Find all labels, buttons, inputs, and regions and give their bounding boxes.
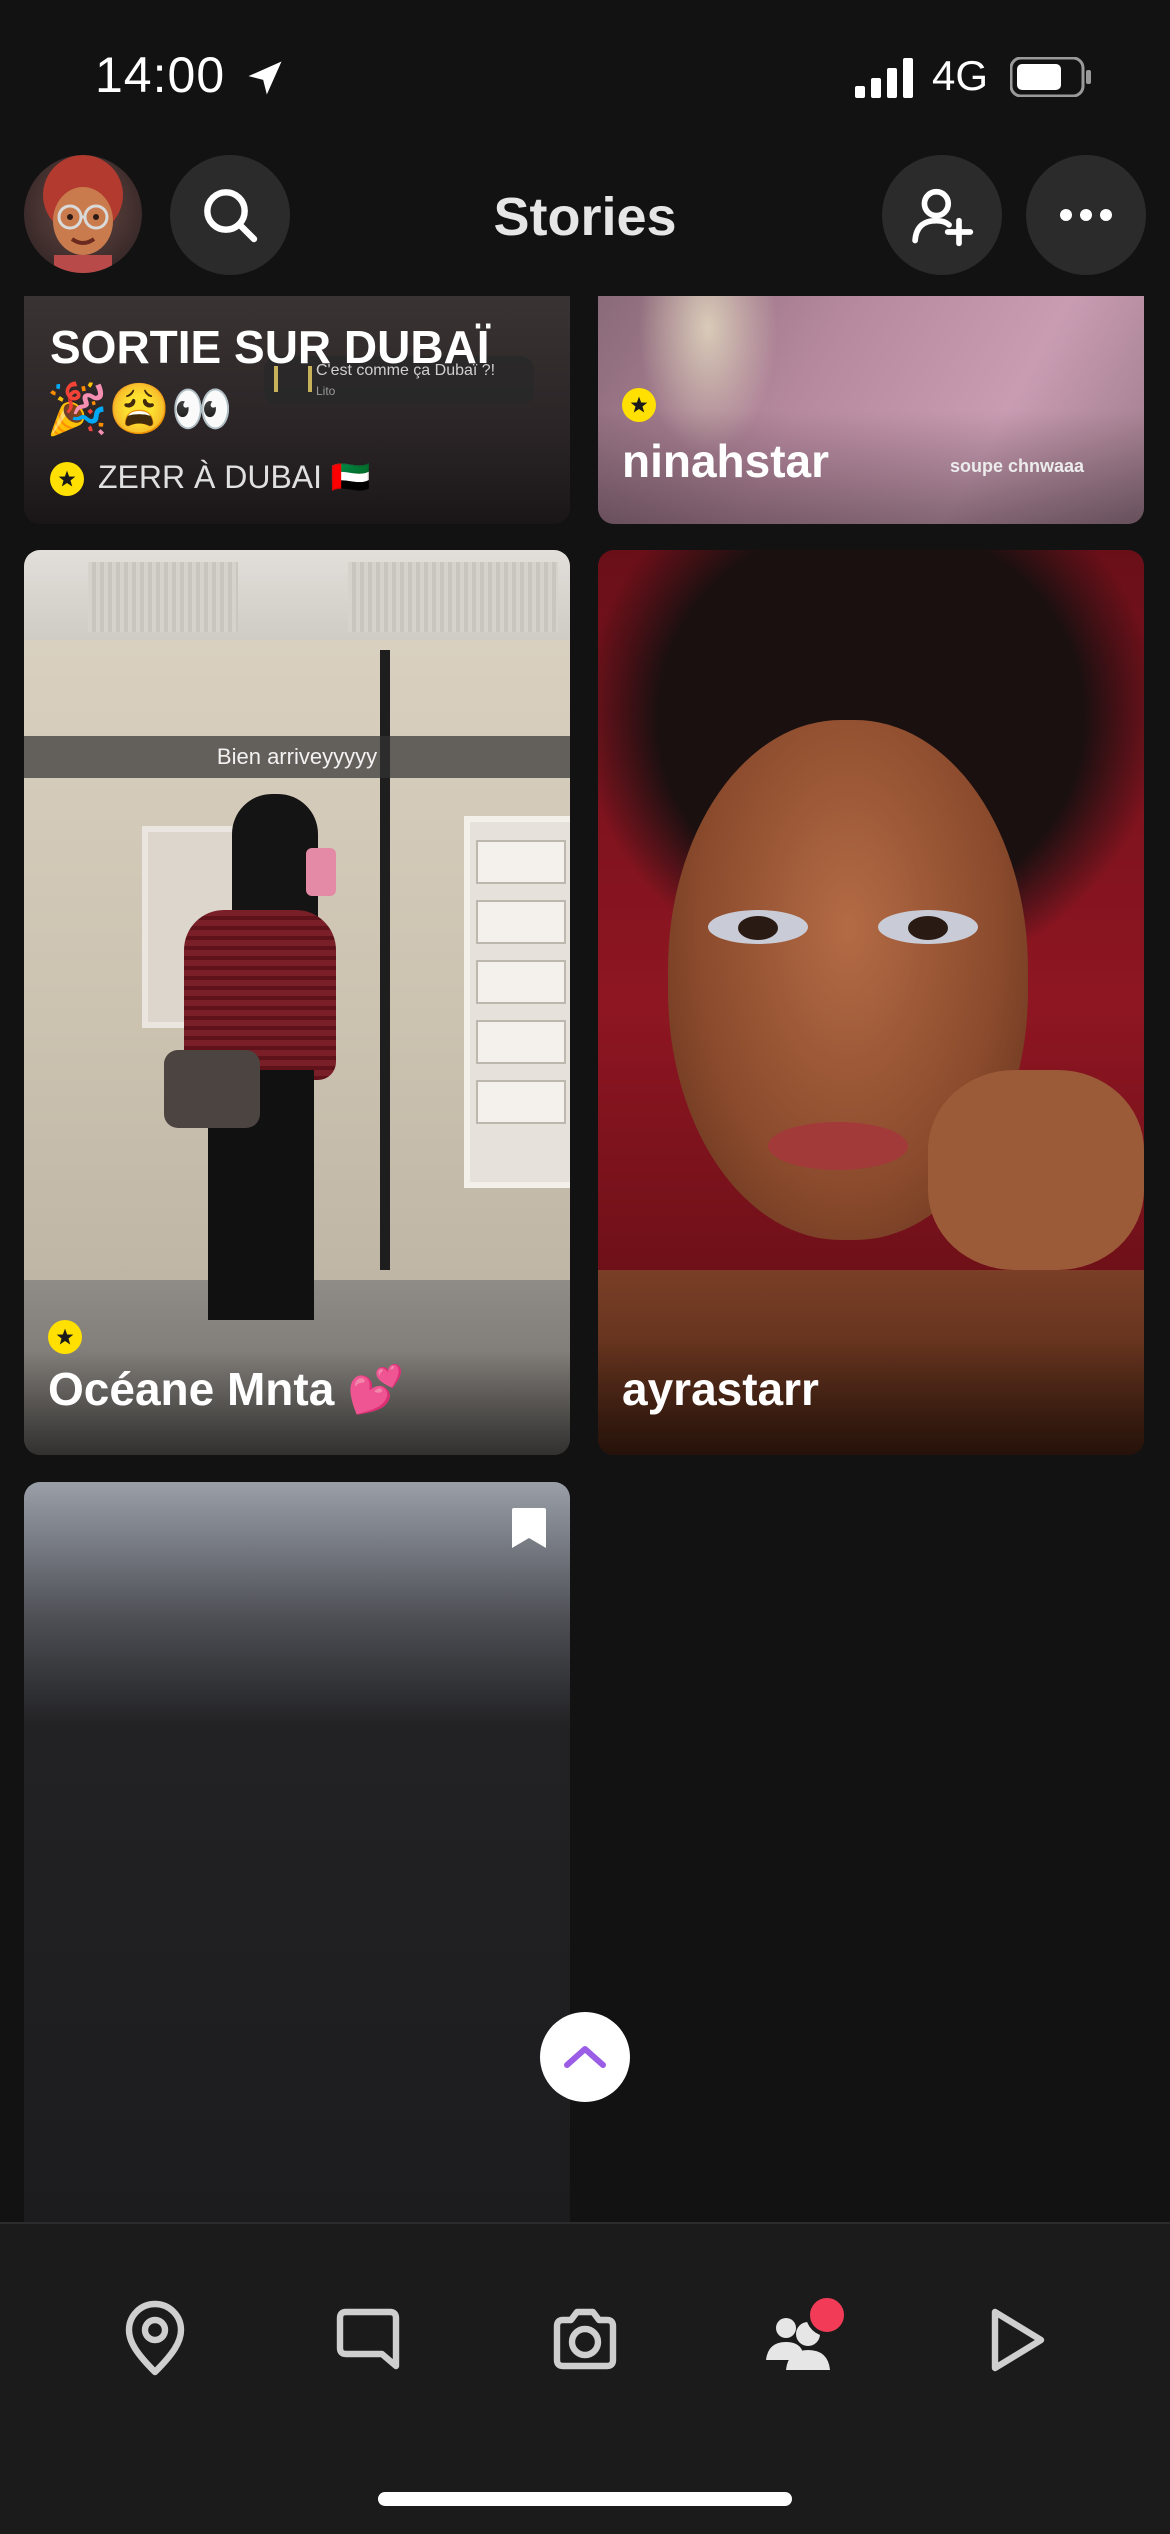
star-badge-icon bbox=[48, 1320, 82, 1354]
star-badge-icon bbox=[50, 462, 84, 496]
map-icon[interactable] bbox=[115, 2300, 195, 2380]
story-card-ayrastarr[interactable]: ayrastarr bbox=[598, 550, 1144, 1455]
story-title: SORTIE SUR DUBAÏ bbox=[50, 321, 490, 373]
story-card-dubai[interactable]: C'est comme ça Dubaï ?! Lito SORTIE SUR … bbox=[24, 296, 570, 524]
add-friend-icon bbox=[912, 188, 974, 247]
home-indicator bbox=[378, 2492, 792, 2506]
more-icon bbox=[1060, 209, 1112, 221]
story-subtitle: ZERR À DUBAI 🇦🇪 bbox=[98, 459, 371, 495]
story-name: Océane Mnta 💕 bbox=[48, 1363, 405, 1415]
story-name: ninahstar bbox=[622, 435, 830, 487]
story-caption: Bien arriveyyyyy bbox=[216, 744, 378, 769]
notification-badge bbox=[806, 2294, 848, 2336]
chat-icon[interactable] bbox=[330, 2300, 410, 2380]
music-overlay-sub: Lito bbox=[316, 384, 336, 398]
story-caption: soupe chnwaaa bbox=[950, 456, 1085, 476]
signal-icon bbox=[855, 58, 913, 98]
story-card-oceane[interactable]: Bien arriveyyyyy Océane Mnta 💕 bbox=[24, 550, 570, 1455]
network-label: 4G bbox=[932, 52, 989, 99]
spotlight-icon[interactable] bbox=[975, 2300, 1055, 2380]
scroll-to-top-button[interactable] bbox=[540, 2012, 630, 2102]
story-emoji: 🎉😩👀 bbox=[46, 381, 233, 437]
location-arrow-icon bbox=[248, 61, 282, 95]
camera-icon[interactable] bbox=[545, 2300, 625, 2380]
add-friend-button[interactable] bbox=[882, 155, 1002, 275]
story-name: ayrastarr bbox=[622, 1363, 819, 1415]
more-options-button[interactable] bbox=[1026, 155, 1146, 275]
status-time: 14:00 bbox=[95, 47, 226, 103]
battery-icon bbox=[1010, 57, 1091, 97]
bookmark-icon bbox=[512, 1508, 546, 1548]
story-card-saved[interactable] bbox=[24, 1482, 570, 2242]
chevron-up-icon bbox=[564, 2046, 606, 2068]
story-card-ninahstar[interactable]: ninahstar soupe chnwaaa bbox=[598, 296, 1144, 524]
star-badge-icon bbox=[622, 388, 656, 422]
